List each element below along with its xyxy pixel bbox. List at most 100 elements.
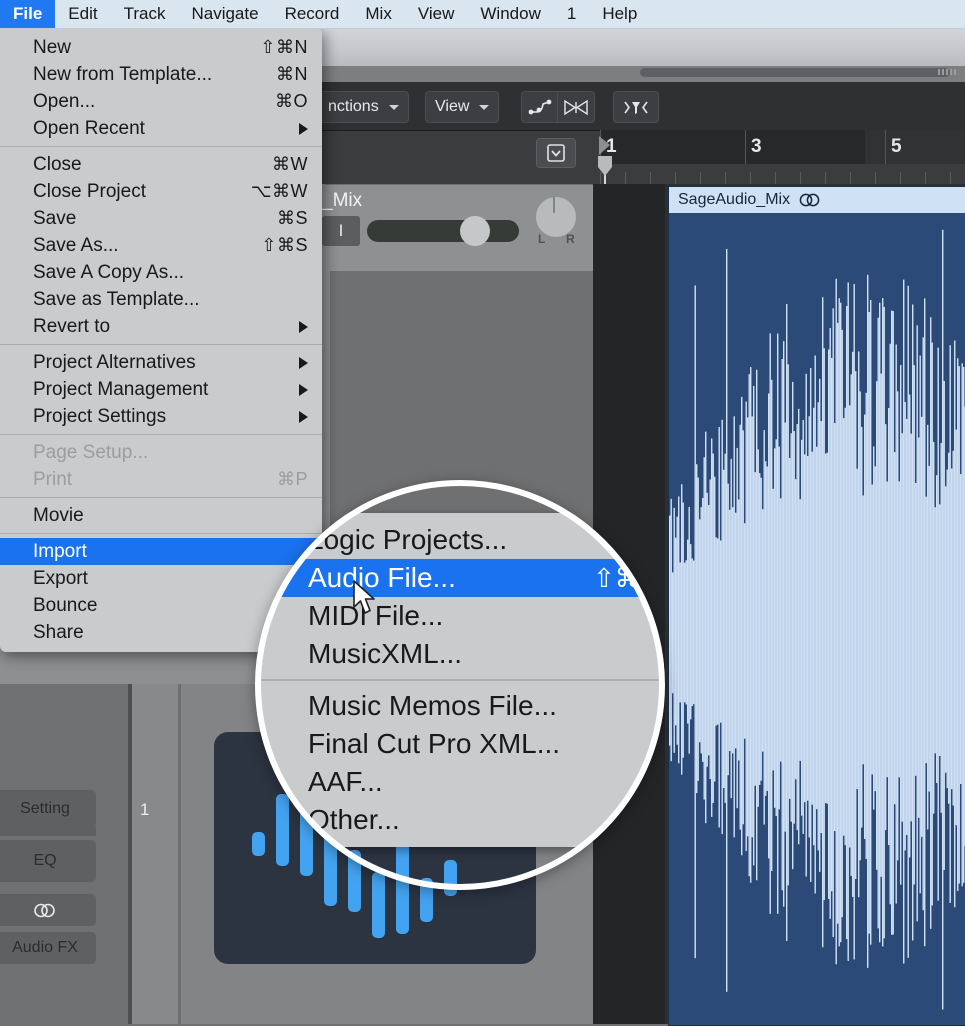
horizontal-scrollbar[interactable] (640, 68, 950, 77)
menu-bar: FileEditTrackNavigateRecordMixViewWindow… (0, 0, 965, 29)
channel-eq-button[interactable]: EQ (0, 840, 96, 882)
submenu-arrow-icon (299, 384, 308, 396)
chevron-down-icon (389, 105, 399, 110)
menubar-item-track[interactable]: Track (111, 0, 179, 28)
submenu-arrow-icon (299, 321, 308, 333)
menu-item-label: Save (33, 208, 76, 230)
record-enable-button[interactable]: I (322, 216, 360, 246)
channel-audiofx-button[interactable]: Audio FX (0, 932, 96, 964)
panel-divider (178, 684, 181, 1024)
menubar-item-1[interactable]: 1 (554, 0, 589, 28)
menu-item-label: MusicXML... (308, 638, 462, 670)
pan-right-label: R (566, 232, 575, 246)
menubar-item-mix[interactable]: Mix (352, 0, 404, 28)
menubar-item-file[interactable]: File (0, 0, 55, 28)
menu-item-label: Print (33, 469, 72, 491)
menu-item-label: Bounce (33, 595, 97, 617)
file-menu-item-project-alternatives[interactable]: Project Alternatives (0, 349, 322, 376)
channel-stereo-button[interactable] (0, 894, 96, 926)
file-menu-item-save[interactable]: Save ⌘S (0, 205, 322, 232)
menu-item-label: Project Management (33, 379, 208, 401)
menu-item-shortcut: ⇧⌘N (260, 37, 308, 58)
snap-filter-icon[interactable] (613, 91, 659, 123)
automation-curve-icon[interactable] (521, 91, 559, 123)
menu-item-label: Open Recent (33, 118, 145, 140)
track-header-config-button[interactable] (536, 138, 576, 168)
file-menu-item-revert-to[interactable]: Revert to (0, 313, 322, 340)
menu-item-label: Other... (308, 804, 400, 836)
file-menu-item-open-recent[interactable]: Open Recent (0, 115, 322, 142)
file-menu-item-save-as-template[interactable]: Save as Template... (0, 286, 322, 313)
region-header: SageAudio_Mix (669, 187, 965, 213)
import-submenu[interactable]: Logic Projects...Audio File...⇧⌘IMIDI Fi… (258, 513, 664, 847)
menu-item-shortcut: ⌘O (275, 91, 308, 112)
audio-region[interactable]: SageAudio_Mix (668, 186, 965, 1026)
file-menu-item-new-from-template[interactable]: New from Template... ⌘N (0, 61, 322, 88)
cycle-range[interactable] (600, 130, 865, 164)
submenu-arrow-icon (299, 357, 308, 369)
track-number-column (132, 684, 178, 1024)
channel-setting-button[interactable]: Setting (0, 790, 96, 828)
file-menu-item-print: Print ⌘P (0, 466, 322, 493)
menu-item-shortcut: ⌘P (277, 469, 308, 490)
bar-number: 5 (885, 130, 902, 164)
file-menu-item-open[interactable]: Open... ⌘O (0, 88, 322, 115)
menu-item-label: Page Setup... (33, 442, 148, 464)
menu-item-shortcut: ⇧⌘S (261, 235, 308, 256)
file-menu-item-project-settings[interactable]: Project Settings (0, 403, 322, 430)
menu-item-shortcut: ⌘N (276, 64, 308, 85)
menu-item-label: Save A Copy As... (33, 262, 184, 284)
file-menu-item-close[interactable]: Close⌘W (0, 151, 322, 178)
import-submenu-item-music-memos-file[interactable]: Music Memos File... (258, 687, 664, 725)
stereo-icon (798, 193, 822, 207)
menu-item-label: AAF... (308, 766, 383, 798)
file-menu-item-close-project[interactable]: Close Project⌥⌘W (0, 178, 322, 205)
file-menu-item-save-a-copy-as[interactable]: Save A Copy As... (0, 259, 322, 286)
menu-item-label: Revert to (33, 316, 110, 338)
menubar-item-record[interactable]: Record (272, 0, 353, 28)
menubar-item-view[interactable]: View (405, 0, 468, 28)
channel-strip-divider (0, 826, 96, 836)
flex-time-icon[interactable] (557, 91, 595, 123)
menubar-item-help[interactable]: Help (589, 0, 650, 28)
view-dropdown[interactable]: View (425, 91, 499, 123)
import-submenu-item-midi-file[interactable]: MIDI File... (258, 597, 664, 635)
menu-item-label: New (33, 37, 71, 59)
import-submenu-item-final-cut-pro-xml[interactable]: Final Cut Pro XML... (258, 725, 664, 763)
menu-item-shortcut: ⇧⌘I (593, 563, 648, 594)
menu-item-label: Final Cut Pro XML... (308, 728, 560, 760)
volume-slider-thumb[interactable] (460, 216, 490, 246)
import-submenu-item-logic-projects[interactable]: Logic Projects... (258, 521, 664, 559)
menu-item-shortcut: ⌘S (277, 208, 308, 229)
import-submenu-item-other[interactable]: Other... (258, 801, 664, 839)
menu-item-label: Logic Projects... (308, 524, 507, 556)
file-menu-item-save-as[interactable]: Save As...⇧⌘S (0, 232, 322, 259)
volume-slider[interactable] (367, 220, 519, 242)
menu-item-label: Share (33, 622, 84, 644)
menu-item-label: Open... (33, 91, 95, 113)
mouse-cursor (352, 580, 378, 623)
menubar-item-edit[interactable]: Edit (55, 0, 110, 28)
menu-separator (258, 679, 664, 681)
menu-separator (0, 344, 322, 345)
menu-item-label: Close Project (33, 181, 146, 203)
functions-dropdown[interactable]: nctions (318, 91, 409, 123)
import-submenu-item-audio-file[interactable]: Audio File...⇧⌘I (258, 559, 664, 597)
magnifier-content: Logic Projects...Audio File...⇧⌘IMIDI Fi… (255, 480, 665, 890)
menubar-item-navigate[interactable]: Navigate (178, 0, 271, 28)
ruler-ticks (600, 164, 965, 184)
import-submenu-item-aaf[interactable]: AAF... (258, 763, 664, 801)
cycle-start-marker-icon (598, 134, 612, 163)
region-name-label: SageAudio_Mix (678, 191, 790, 209)
resize-grip-icon[interactable] (938, 69, 956, 75)
menu-item-label: New from Template... (33, 64, 212, 86)
submenu-arrow-icon (299, 123, 308, 135)
file-menu-item-new[interactable]: New ⇧⌘N (0, 34, 322, 61)
audio-waveform (669, 213, 965, 1025)
menubar-item-window[interactable]: Window (467, 0, 553, 28)
menu-item-label: Close (33, 154, 82, 176)
file-menu-item-project-management[interactable]: Project Management (0, 376, 322, 403)
menu-item-label: Project Settings (33, 406, 166, 428)
stereo-icon (32, 903, 58, 918)
import-submenu-item-musicxml[interactable]: MusicXML... (258, 635, 664, 673)
